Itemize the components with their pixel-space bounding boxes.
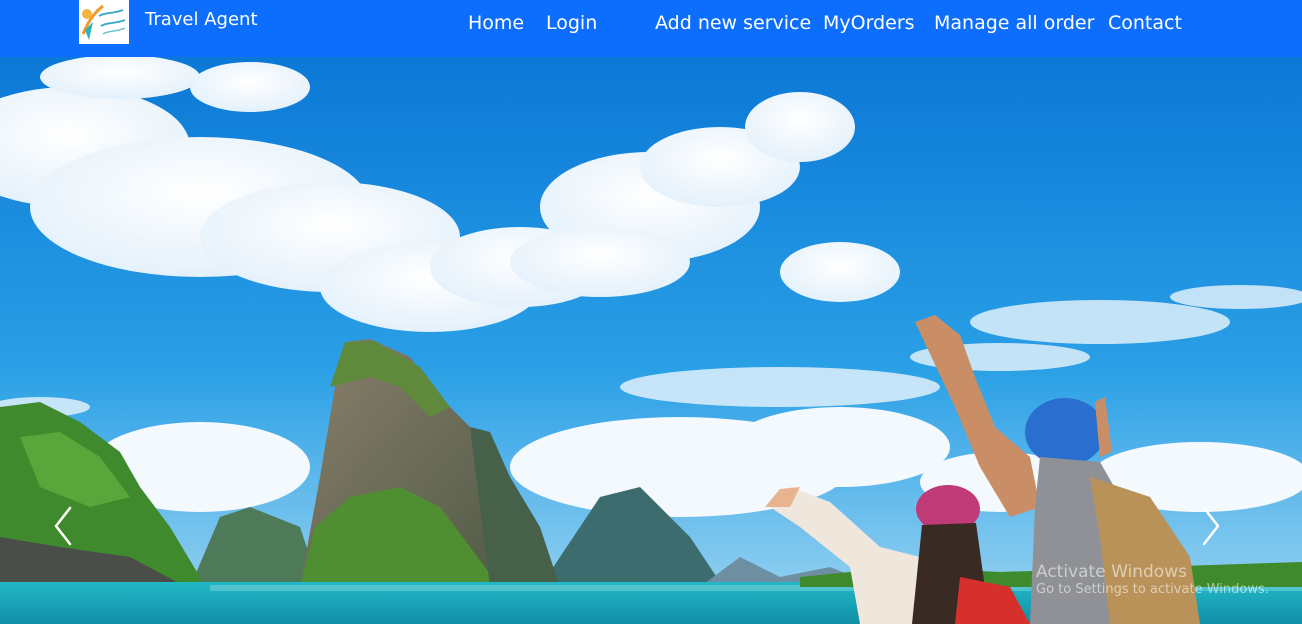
hero-banner-image xyxy=(0,57,1302,624)
nav-add-service-link[interactable]: Add new service xyxy=(655,11,811,35)
watermark-subtitle: Go to Settings to activate Windows. xyxy=(1036,582,1269,597)
brand-name[interactable]: Travel Agent xyxy=(145,9,258,31)
travel-agent-logo-icon[interactable] xyxy=(79,0,129,44)
watermark-title: Activate Windows xyxy=(1036,562,1187,582)
nav-my-orders-link[interactable]: MyOrders xyxy=(823,11,915,35)
hero-carousel xyxy=(0,57,1302,624)
navbar: Travel Agent Home Login Add new service … xyxy=(0,0,1302,57)
activate-windows-watermark: Activate Windows Go to Settings to activ… xyxy=(1036,562,1269,598)
chevron-right-icon[interactable] xyxy=(1196,502,1226,550)
nav-contact-link[interactable]: Contact xyxy=(1108,11,1182,35)
chevron-left-icon[interactable] xyxy=(48,502,78,550)
nav-home-link[interactable]: Home xyxy=(468,11,524,35)
nav-login-link[interactable]: Login xyxy=(546,11,597,35)
nav-manage-orders-link[interactable]: Manage all order xyxy=(934,11,1094,35)
